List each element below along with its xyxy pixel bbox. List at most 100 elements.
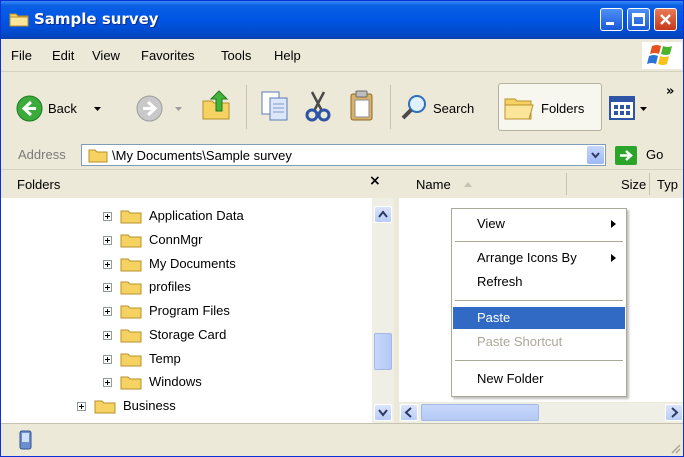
minimize-button[interactable]	[600, 8, 623, 31]
views-dropdown-icon[interactable]	[639, 104, 648, 113]
minimize-icon	[606, 22, 614, 25]
address-input[interactable]: \My Documents\Sample survey	[81, 144, 606, 166]
maximize-icon	[632, 13, 645, 26]
folder-icon	[120, 353, 142, 367]
menu-item-label: Paste Shortcut	[477, 334, 563, 349]
expand-icon[interactable]	[103, 331, 112, 340]
address-value: \My Documents\Sample survey	[112, 148, 292, 163]
scroll-down-button[interactable]	[374, 404, 392, 421]
expand-icon[interactable]	[103, 283, 112, 292]
scroll-right-button[interactable]	[665, 404, 683, 421]
menu-item-label: New Folder	[477, 371, 544, 386]
explorer-window: Sample survey File Edit View Favorites T…	[0, 0, 684, 457]
chevron-down-icon	[378, 409, 388, 417]
cut-icon[interactable]	[302, 89, 334, 123]
expand-icon[interactable]	[103, 307, 112, 316]
go-button-label[interactable]: Go	[646, 147, 663, 162]
folder-icon	[120, 329, 142, 343]
scroll-thumb[interactable]	[374, 333, 392, 370]
address-dropdown-button[interactable]	[587, 146, 604, 164]
back-arrow-icon[interactable]	[16, 95, 43, 122]
search-icon[interactable]	[400, 92, 430, 122]
maximize-button[interactable]	[627, 8, 650, 31]
windows-logo	[642, 42, 682, 69]
tree-item-label: profiles	[149, 279, 191, 294]
menu-view[interactable]: View	[92, 48, 120, 63]
chevron-down-icon	[591, 152, 600, 159]
search-button-label[interactable]: Search	[433, 101, 474, 116]
tree-item-label: Storage Card	[149, 327, 227, 342]
copy-to-icon[interactable]	[259, 89, 291, 123]
paste-icon[interactable]	[346, 89, 378, 123]
menu-tools[interactable]: Tools	[221, 48, 251, 63]
menu-item-view[interactable]: View	[453, 213, 625, 235]
menu-item-arrange-icons-by[interactable]: Arrange Icons By	[453, 247, 625, 269]
forward-dropdown-icon[interactable]	[174, 104, 183, 113]
menu-file[interactable]: File	[11, 48, 32, 63]
expand-icon[interactable]	[103, 236, 112, 245]
expand-icon[interactable]	[103, 260, 112, 269]
chevron-up-icon	[378, 210, 388, 218]
views-icon[interactable]	[609, 96, 635, 120]
folder-icon	[120, 258, 142, 272]
expand-icon[interactable]	[77, 402, 86, 411]
address-label: Address	[18, 147, 66, 162]
column-header-name[interactable]: Name	[416, 177, 451, 192]
expand-icon[interactable]	[103, 378, 112, 387]
menu-separator	[455, 300, 623, 301]
folder-icon	[9, 13, 29, 27]
column-divider[interactable]	[649, 173, 650, 195]
menu-item-new-folder[interactable]: New Folder	[453, 368, 625, 390]
toolbar-separator	[246, 85, 247, 129]
chevron-left-icon	[404, 407, 412, 418]
expand-icon[interactable]	[103, 355, 112, 364]
back-dropdown-icon[interactable]	[93, 104, 102, 113]
toolbar-separator	[390, 85, 391, 129]
folder-icon	[120, 210, 142, 224]
tree-item-label: Program Files	[149, 303, 230, 318]
scroll-up-button[interactable]	[374, 206, 392, 223]
back-button-label[interactable]: Back	[48, 101, 77, 116]
column-header-type[interactable]: Typ	[657, 177, 678, 192]
folder-icon	[88, 149, 108, 163]
menu-item-refresh[interactable]: Refresh	[453, 271, 625, 293]
menu-item-paste[interactable]: Paste	[453, 307, 625, 329]
column-header-size[interactable]: Size	[621, 177, 646, 192]
forward-arrow-icon[interactable]	[136, 95, 163, 122]
expand-icon[interactable]	[103, 212, 112, 221]
column-divider[interactable]	[566, 173, 567, 195]
window-title: Sample survey	[34, 10, 159, 28]
menu-separator	[455, 360, 623, 361]
up-folder-icon[interactable]	[200, 89, 234, 121]
menu-item-label: Paste	[477, 310, 511, 325]
tree-item-label: My Documents	[149, 256, 236, 271]
folders-icon[interactable]	[503, 93, 537, 121]
chevron-right-icon	[671, 407, 679, 418]
tree-item-label: Temp	[149, 351, 181, 366]
menu-separator	[455, 241, 623, 242]
folder-tree-scrollbar[interactable]	[372, 198, 394, 423]
tree-item-label: ConnMgr	[149, 232, 203, 247]
scroll-thumb[interactable]	[421, 404, 539, 421]
sort-ascending-icon	[464, 182, 472, 187]
tree-item-label: Business	[123, 398, 176, 413]
menu-item-label: Arrange Icons By	[477, 250, 577, 265]
submenu-arrow-icon	[611, 220, 616, 228]
go-arrow-icon[interactable]	[615, 146, 637, 165]
toolbar-overflow-chevron-icon[interactable]: »	[666, 84, 674, 99]
scroll-left-button[interactable]	[400, 404, 418, 421]
resize-grip-icon[interactable]	[669, 442, 681, 454]
folder-icon	[120, 376, 142, 390]
close-button[interactable]	[654, 8, 677, 31]
close-icon	[660, 14, 671, 25]
title-bar[interactable]: Sample survey	[1, 1, 683, 39]
folder-icon	[120, 281, 142, 295]
folder-icon	[120, 305, 142, 319]
folder-icon	[120, 234, 142, 248]
menu-favorites[interactable]: Favorites	[141, 48, 194, 63]
folders-pane-close-icon[interactable]: ×	[369, 173, 381, 189]
menu-help[interactable]: Help	[274, 48, 301, 63]
menu-edit[interactable]: Edit	[52, 48, 74, 63]
status-bar	[1, 423, 683, 456]
folders-button-label[interactable]: Folders	[541, 101, 584, 116]
